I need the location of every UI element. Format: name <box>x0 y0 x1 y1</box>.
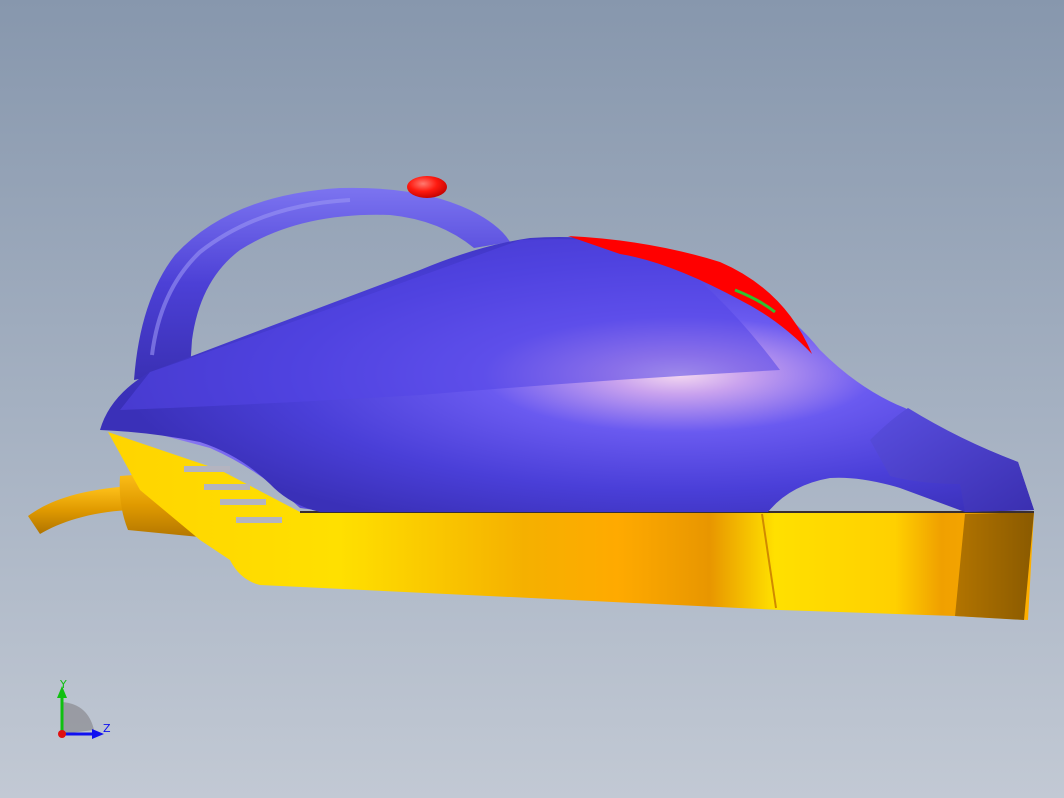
z-axis-label: Z <box>103 722 111 735</box>
orientation-triad: Y Z <box>57 678 111 739</box>
vent-slot <box>220 499 266 505</box>
steam-iron-model[interactable] <box>0 0 1064 798</box>
y-axis-label: Y <box>59 678 67 691</box>
triad-plane <box>62 702 94 734</box>
iron-base-end <box>955 512 1034 620</box>
x-axis-dot <box>58 730 66 738</box>
power-cord <box>28 486 130 534</box>
vent-slot <box>236 517 282 523</box>
vent-slot <box>184 466 230 472</box>
3d-viewport[interactable]: Y Z <box>0 0 1064 798</box>
steam-button[interactable] <box>407 176 447 198</box>
vent-slot <box>204 484 250 490</box>
